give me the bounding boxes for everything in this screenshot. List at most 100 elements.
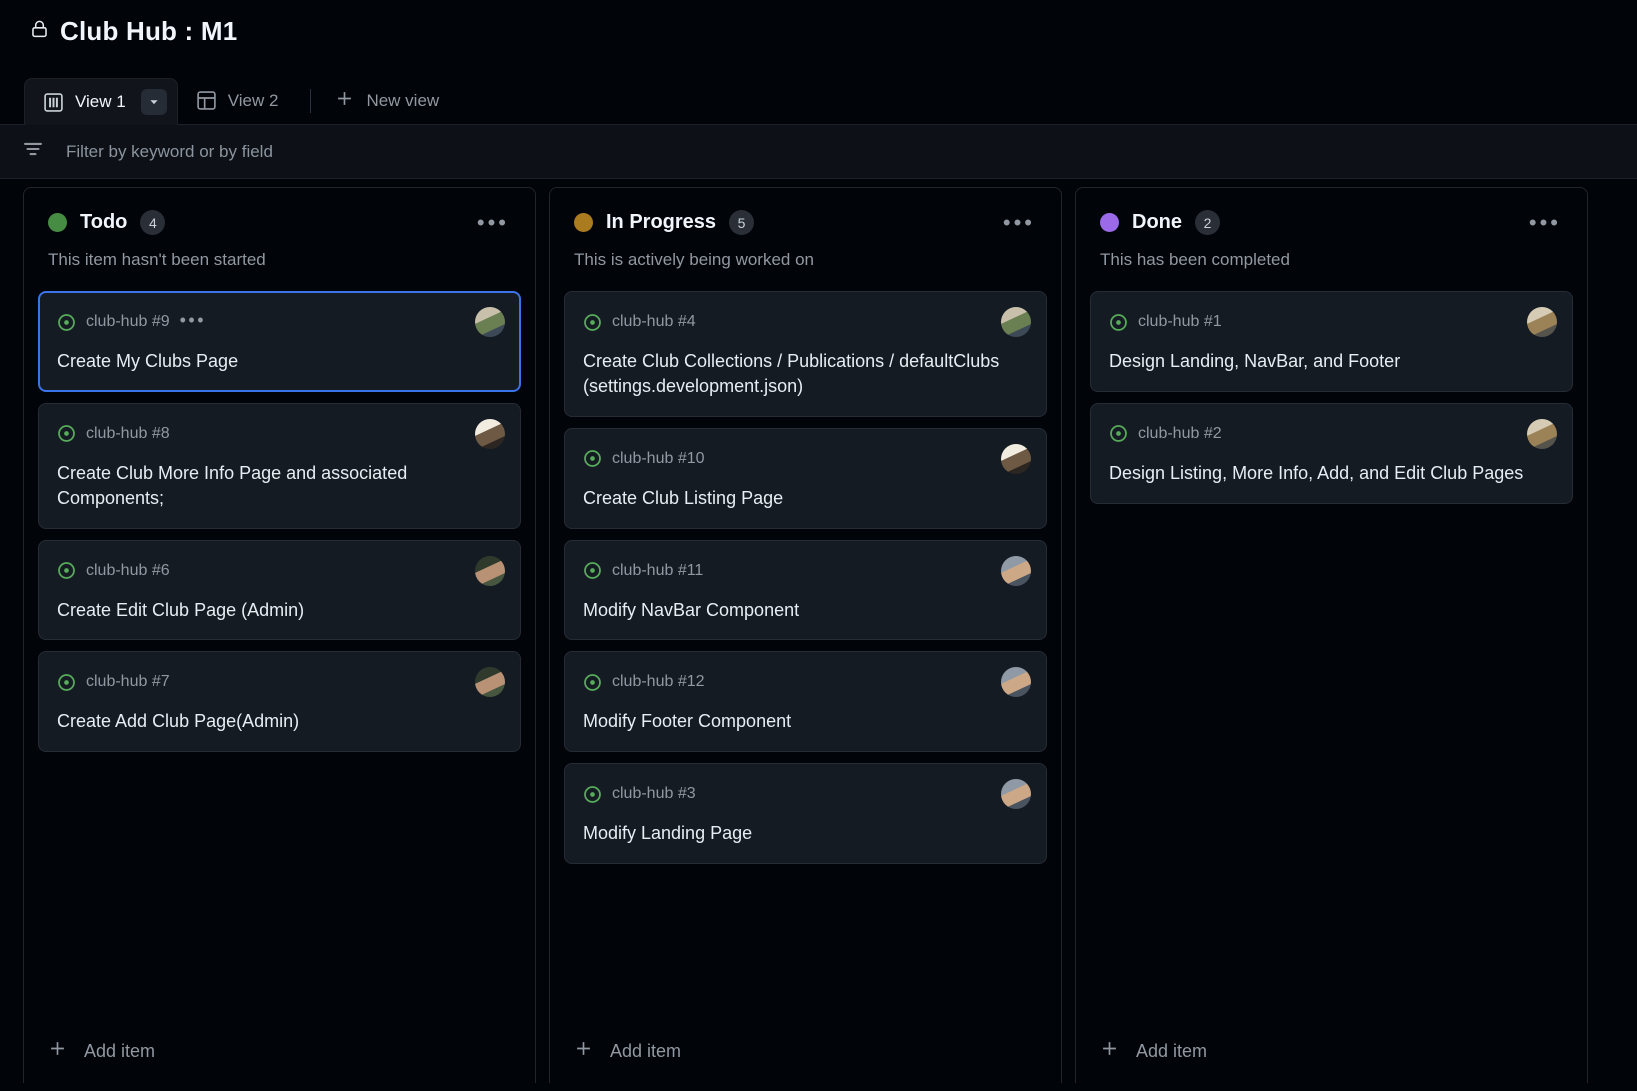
card-title: Create Edit Club Page (Admin) — [57, 599, 305, 620]
add-item-button[interactable]: Add item — [574, 1033, 681, 1069]
avatar[interactable] — [1527, 418, 1557, 449]
card-header: club-hub #9 ••• — [57, 307, 505, 338]
card-kebab-menu-icon[interactable]: ••• — [180, 311, 206, 329]
avatar[interactable] — [475, 555, 505, 586]
column-description: This is actively being worked on — [574, 250, 815, 269]
lock-icon — [30, 18, 49, 45]
card-header: club-hub #12 — [583, 667, 1031, 698]
column-title-row: Todo 4 ••• — [48, 210, 511, 235]
filter-icon[interactable] — [22, 138, 44, 165]
board-card[interactable]: club-hub #7 Create Add Club Page(Admin) — [38, 651, 521, 753]
add-item-button[interactable]: Add item — [48, 1033, 155, 1069]
status-dot — [1100, 213, 1119, 232]
plus-icon — [1100, 1039, 1119, 1063]
status-dot — [574, 213, 593, 232]
card-reference: club-hub #12 — [612, 673, 705, 691]
card-reference: club-hub #9 — [86, 313, 170, 331]
kebab-menu-icon[interactable]: ••• — [1001, 211, 1037, 234]
open-issue-icon — [583, 449, 602, 468]
filter-bar — [0, 125, 1637, 179]
tab-view-2[interactable]: View 2 — [178, 77, 297, 124]
column-count-badge: 4 — [140, 210, 166, 235]
card-header: club-hub #2 — [1109, 418, 1557, 449]
board-card[interactable]: club-hub #1 Design Landing, NavBar, and … — [1090, 291, 1573, 392]
tab-view-2-label: View 2 — [227, 90, 279, 110]
column-cards: club-hub #9 ••• Create My Clubs Page clu… — [24, 275, 535, 1021]
card-title: Modify NavBar Component — [583, 599, 800, 620]
card-reference: club-hub #3 — [612, 785, 696, 803]
add-item-label: Add item — [1136, 1040, 1208, 1061]
avatar[interactable] — [1001, 779, 1031, 810]
open-issue-icon — [1109, 424, 1128, 443]
new-view-button[interactable]: New view — [325, 77, 449, 124]
board-card[interactable]: club-hub #8 Create Club More Info Page a… — [38, 402, 521, 529]
board-card[interactable]: club-hub #6 Create Edit Club Page (Admin… — [38, 539, 521, 641]
card-reference: club-hub #1 — [1138, 313, 1222, 331]
column-footer: Add item — [24, 1021, 535, 1091]
card-title: Create Club More Info Page and associate… — [57, 462, 408, 508]
kebab-menu-icon[interactable]: ••• — [475, 211, 511, 234]
card-title: Modify Footer Component — [583, 711, 792, 732]
view-tabs-bar: View 1 View 2 New view — [0, 72, 1637, 125]
card-header: club-hub #6 — [57, 555, 505, 586]
avatar[interactable] — [1001, 307, 1031, 338]
card-header: club-hub #10 — [583, 443, 1031, 474]
column-name: Todo — [80, 211, 128, 233]
card-header: club-hub #3 — [583, 779, 1031, 810]
avatar[interactable] — [475, 307, 505, 338]
avatar[interactable] — [1001, 555, 1031, 586]
board-column: In Progress 5 ••• This is actively being… — [549, 187, 1062, 1091]
open-issue-icon — [1109, 313, 1128, 332]
kebab-menu-icon[interactable]: ••• — [1527, 211, 1563, 234]
board-card[interactable]: club-hub #10 Create Club Listing Page — [564, 427, 1047, 529]
kanban-board: Todo 4 ••• This item hasn't been started… — [0, 179, 1637, 1091]
board-card[interactable]: club-hub #12 Modify Footer Component — [564, 651, 1047, 753]
chevron-down-icon[interactable] — [140, 89, 167, 115]
card-header: club-hub #11 — [583, 555, 1031, 586]
card-title: Create My Clubs Page — [57, 351, 239, 372]
card-reference: club-hub #8 — [86, 424, 170, 442]
avatar[interactable] — [1527, 307, 1557, 338]
open-issue-icon — [583, 673, 602, 692]
plus-icon — [574, 1039, 593, 1063]
search-input[interactable] — [66, 125, 1615, 178]
column-name: In Progress — [606, 211, 717, 233]
tab-divider — [310, 89, 312, 113]
card-reference: club-hub #11 — [612, 561, 704, 579]
card-header: club-hub #7 — [57, 667, 505, 698]
board-column: Done 2 ••• This has been completed club-… — [1075, 187, 1588, 1091]
card-header: club-hub #4 — [583, 307, 1031, 338]
tab-view-1[interactable]: View 1 — [24, 78, 178, 125]
card-reference: club-hub #2 — [1138, 424, 1222, 442]
board-card[interactable]: club-hub #11 Modify NavBar Component — [564, 539, 1047, 641]
column-description: This has been completed — [1100, 250, 1290, 269]
tab-view-1-label: View 1 — [75, 92, 126, 111]
plus-icon — [48, 1039, 67, 1063]
card-reference: club-hub #4 — [612, 313, 696, 331]
add-item-label: Add item — [610, 1040, 682, 1061]
card-title: Create Add Club Page(Admin) — [57, 711, 300, 732]
open-issue-icon — [583, 561, 602, 580]
board-card[interactable]: club-hub #3 Modify Landing Page — [564, 763, 1047, 865]
column-cards: club-hub #4 Create Club Collections / Pu… — [550, 275, 1061, 1021]
card-title: Modify Landing Page — [583, 823, 753, 844]
app-header: Club Hub : M1 — [0, 0, 1637, 72]
card-title: Design Listing, More Info, Add, and Edit… — [1109, 462, 1524, 483]
table-view-icon — [196, 90, 217, 111]
add-item-button[interactable]: Add item — [1100, 1033, 1207, 1069]
avatar[interactable] — [475, 667, 505, 698]
board-card[interactable]: club-hub #9 ••• Create My Clubs Page — [38, 291, 521, 392]
column-header: Done 2 ••• This has been completed — [1076, 188, 1587, 275]
avatar[interactable] — [475, 418, 505, 449]
open-issue-icon — [57, 673, 76, 692]
board-card[interactable]: club-hub #2 Design Listing, More Info, A… — [1090, 402, 1573, 504]
avatar[interactable] — [1001, 667, 1031, 698]
column-title-row: In Progress 5 ••• — [574, 210, 1037, 235]
card-title: Design Landing, NavBar, and Footer — [1109, 351, 1401, 372]
column-title-row: Done 2 ••• — [1100, 210, 1563, 235]
title-row: Club Hub : M1 — [30, 16, 1607, 47]
column-count-badge: 5 — [729, 210, 755, 235]
board-card[interactable]: club-hub #4 Create Club Collections / Pu… — [564, 291, 1047, 417]
avatar[interactable] — [1001, 443, 1031, 474]
open-issue-icon — [57, 313, 76, 332]
